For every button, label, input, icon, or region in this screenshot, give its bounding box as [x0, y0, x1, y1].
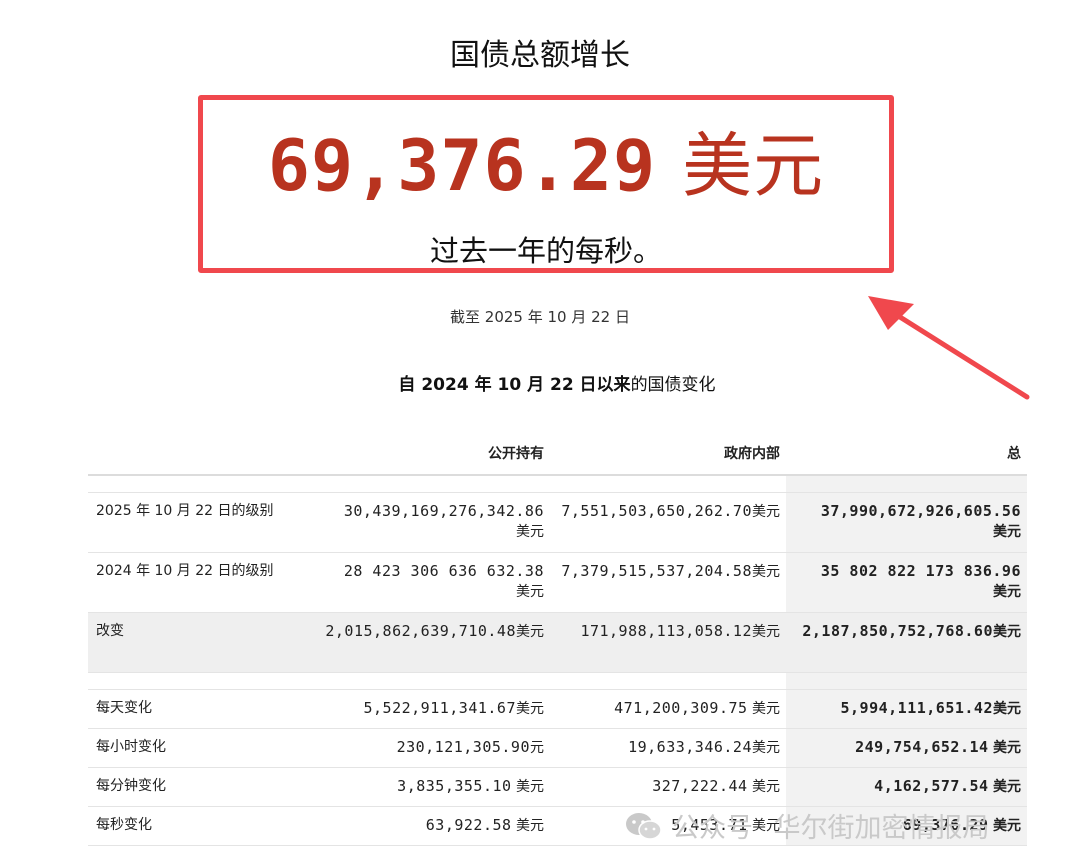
table-spacer-row	[88, 672, 1027, 690]
table-row: 改变 2,015,862,639,710.48美元 171,988,113,05…	[88, 612, 1027, 673]
subtitle-date-range: 自 2024 年 10 月 22 日以来	[398, 375, 631, 395]
row-label: 改变	[88, 612, 314, 673]
intra-cell: 7,551,503,650,262.70美元	[550, 492, 786, 553]
table-row: 每天变化 5,522,911,341.67美元 471,200,309.75 美…	[88, 689, 1027, 729]
column-header-label	[88, 432, 314, 476]
debt-change-table: 公开持有 政府内部 总 2025 年 10 月 22 日的级别 30,439,1…	[88, 432, 1027, 846]
table-header-row: 公开持有 政府内部 总	[88, 432, 1027, 476]
wechat-icon	[626, 812, 662, 840]
public-cell: 3,835,355.10 美元	[314, 767, 550, 807]
total-cell: 37,990,672,926,605.56 美元	[786, 492, 1027, 553]
table-spacer-row	[88, 475, 1027, 493]
public-cell: 63,922.58 美元	[314, 806, 550, 846]
column-header-public: 公开持有	[314, 432, 550, 476]
table-row: 每分钟变化 3,835,355.10 美元 327,222.44 美元 4,16…	[88, 767, 1027, 807]
intra-cell: 171,988,113,058.12美元	[550, 612, 786, 673]
public-cell: 2,015,862,639,710.48美元	[314, 612, 550, 673]
intra-cell: 7,379,515,537,204.58美元	[550, 552, 786, 613]
table-row: 2025 年 10 月 22 日的级别 30,439,169,276,342.8…	[88, 492, 1027, 553]
watermark-separator: ·	[761, 817, 766, 834]
public-cell: 30,439,169,276,342.86 美元	[314, 492, 550, 553]
row-label: 每小时变化	[88, 728, 314, 768]
per-second-value: 69,376.29	[267, 125, 657, 207]
table-row: 2024 年 10 月 22 日的级别 28 423 306 636 632.3…	[88, 552, 1027, 613]
row-label: 2024 年 10 月 22 日的级别	[88, 552, 314, 613]
public-cell: 28 423 306 636 632.38 美元	[314, 552, 550, 613]
total-cell: 35 802 822 173 836.96 美元	[786, 552, 1027, 613]
as-of-date: 截至 2025 年 10 月 22 日	[450, 308, 630, 326]
table-subtitle: 自 2024 年 10 月 22 日以来的国债变化	[0, 370, 1080, 395]
public-cell: 5,522,911,341.67美元	[314, 689, 550, 729]
column-header-total: 总	[786, 432, 1027, 476]
total-cell: 249,754,652.14 美元	[786, 728, 1027, 768]
row-label: 2025 年 10 月 22 日的级别	[88, 492, 314, 553]
watermark-account-name: 华尔街加密情报局	[773, 813, 990, 844]
row-label: 每分钟变化	[88, 767, 314, 807]
total-cell: 4,162,577.54 美元	[786, 767, 1027, 807]
total-cell: 2,187,850,752,768.60美元	[786, 612, 1027, 673]
intra-cell: 19,633,346.24美元	[550, 728, 786, 768]
table-row: 每小时变化 230,121,305.90元 19,633,346.24美元 24…	[88, 728, 1027, 768]
total-cell: 5,994,111,651.42美元	[786, 689, 1027, 729]
row-label: 每秒变化	[88, 806, 314, 846]
intra-cell: 471,200,309.75 美元	[550, 689, 786, 729]
subtitle-text: 的国债变化	[630, 375, 716, 395]
row-label: 每天变化	[88, 689, 314, 729]
watermark-account-label: 公众号	[672, 813, 753, 844]
per-second-highlight-box: 69,376.29 美元 过去一年的每秒。	[198, 95, 894, 273]
page-title: 国债总额增长	[450, 38, 630, 73]
public-cell: 230,121,305.90元	[314, 728, 550, 768]
intra-cell: 327,222.44 美元	[550, 767, 786, 807]
column-header-intragovernmental: 政府内部	[550, 432, 786, 476]
watermark: 公众号 · 华尔街加密情报局	[624, 806, 989, 845]
per-second-unit: 美元	[682, 125, 825, 207]
per-second-caption: 过去一年的每秒。	[429, 234, 662, 268]
per-second-amount: 69,376.29 美元	[203, 110, 889, 211]
